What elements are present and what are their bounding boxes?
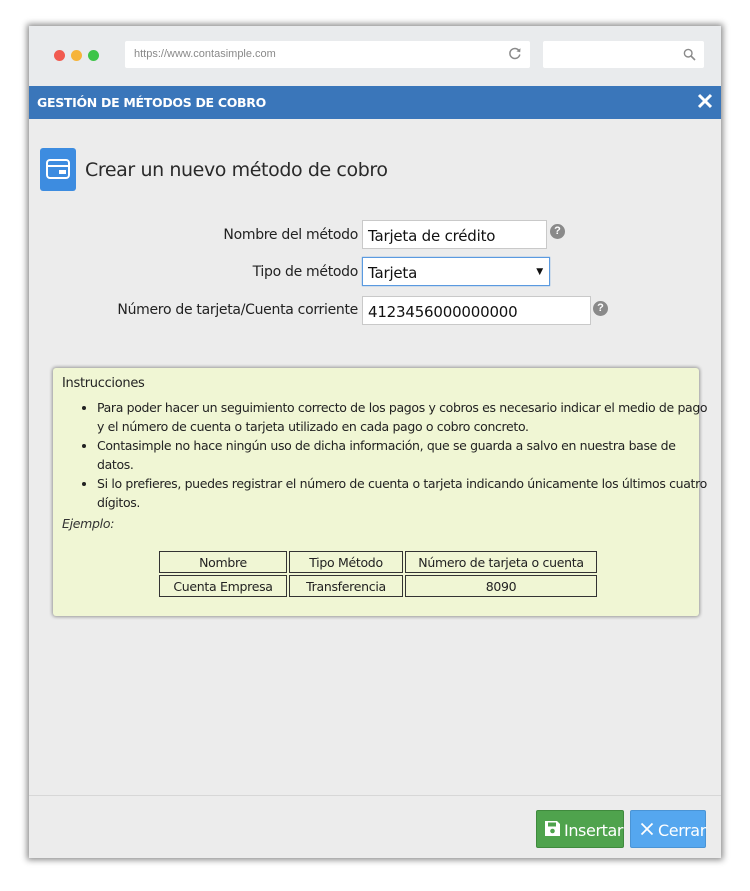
instructions-list: Para poder hacer un seguimiento correcto… [77,398,709,512]
table-cell: Transferencia [289,575,403,597]
table-cell: 8090 [405,575,597,597]
reload-icon[interactable] [508,46,522,60]
footer-divider [29,795,721,796]
chevron-down-icon: ▼ [536,267,543,277]
table-row: Cuenta Empresa Transferencia 8090 [159,575,597,597]
address-bar[interactable]: https://www.contasimple.com [125,41,530,68]
method-type-label: Tipo de método [252,264,359,280]
insert-button-label: Insertar [564,821,624,840]
table-header: Número de tarjeta o cuenta [405,551,597,573]
browser-window: https://www.contasimple.com GESTIÓN DE M… [29,26,721,858]
example-label: Ejemplo: [62,516,115,531]
browser-toolbar: https://www.contasimple.com [29,26,721,86]
browser-search-bar[interactable] [543,41,704,68]
close-icon [640,822,654,836]
method-type-value: Tarjeta [368,264,418,282]
dialog-title: GESTIÓN DE MÉTODOS DE COBRO [37,95,266,110]
table-header-row: Nombre Tipo Método Número de tarjeta o c… [159,551,597,573]
window-minimize-dot[interactable] [71,50,82,61]
method-name-label: Nombre del método [223,227,358,243]
account-number-label: Número de tarjeta/Cuenta corriente [117,302,358,318]
instructions-panel: Instrucciones Para poder hacer un seguim… [53,368,708,616]
table-cell: Cuenta Empresa [159,575,287,597]
search-icon [683,48,696,61]
address-url: https://www.contasimple.com [134,48,276,60]
example-table: Nombre Tipo Método Número de tarjeta o c… [157,549,599,599]
table-header: Nombre [159,551,287,573]
instructions-title: Instrucciones [62,376,145,391]
account-number-help-icon[interactable]: ? [593,301,608,316]
credit-card-icon [40,148,76,191]
method-name-input[interactable]: Tarjeta de crédito [362,220,547,249]
method-name-help-icon[interactable]: ? [550,224,565,239]
table-header: Tipo Método [289,551,403,573]
window-maximize-dot[interactable] [88,50,99,61]
window-close-dot[interactable] [54,50,65,61]
insert-button[interactable]: Insertar [536,810,624,848]
save-icon [545,821,560,836]
dialog-titlebar: GESTIÓN DE MÉTODOS DE COBRO [29,86,721,119]
method-type-select[interactable]: Tarjeta ▼ [362,257,550,286]
page-title: Crear un nuevo método de cobro [85,159,388,181]
close-button[interactable]: Cerrar [630,810,706,848]
close-icon[interactable] [695,91,715,111]
instruction-item: Para poder hacer un seguimiento correcto… [97,398,709,436]
account-number-input[interactable]: 4123456000000000 [362,296,591,325]
instruction-item: Contasimple no hace ningún uso de dicha … [97,436,709,474]
instruction-item: Si lo prefieres, puedes registrar el núm… [97,474,709,512]
close-button-label: Cerrar [658,821,706,840]
